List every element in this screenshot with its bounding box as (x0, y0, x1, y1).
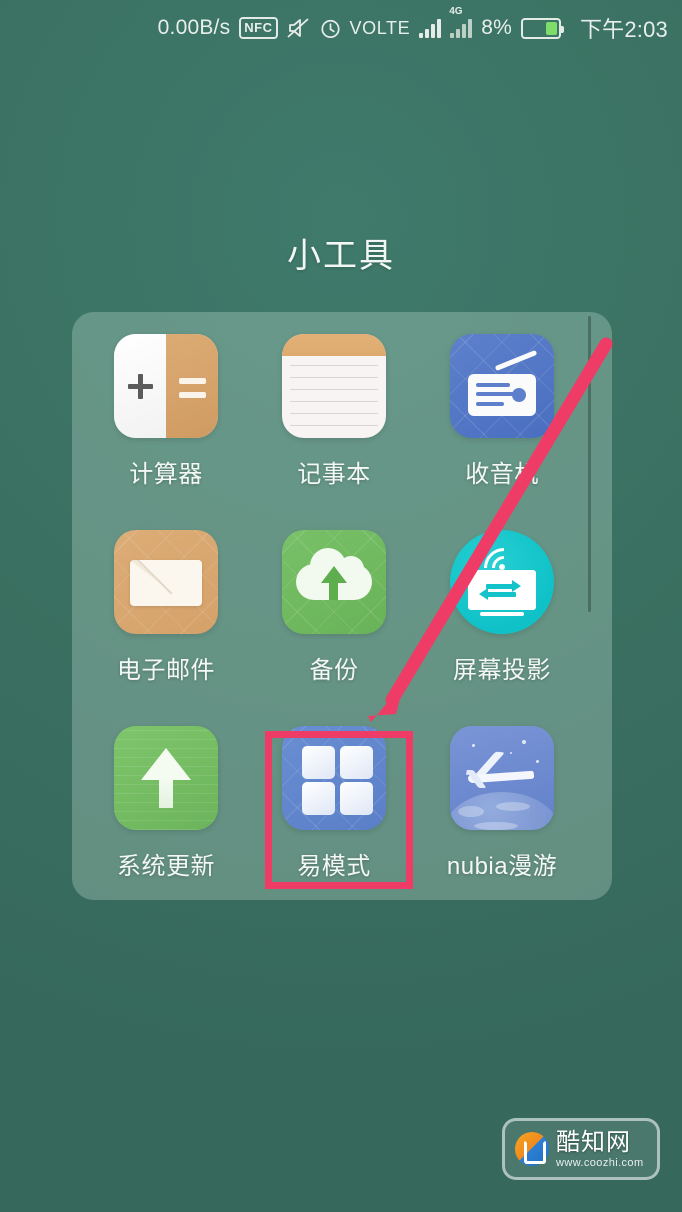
folder-panel: 计算器 记事本 收音机 电子邮件 备份 屏幕投影 系统更新 易模式 nubia漫… (72, 312, 612, 900)
watermark-url: www.coozhi.com (556, 1156, 644, 1169)
system-update-icon (114, 726, 218, 830)
data-network-label: 4G (449, 6, 463, 17)
app-label: 系统更新 (117, 853, 215, 880)
volte-indicator: VOLTE (350, 18, 411, 39)
network-speed-label: 0.00B/s (157, 16, 231, 39)
mute-icon (286, 17, 311, 39)
battery-fill (545, 21, 557, 35)
clock: 下午2:03 (570, 12, 668, 44)
app-item-calculator[interactable]: 计算器 (82, 334, 250, 530)
calculator-icon (114, 334, 218, 438)
app-grid: 计算器 记事本 收音机 电子邮件 备份 屏幕投影 系统更新 易模式 nubia漫… (72, 312, 612, 922)
battery-percent: 8% (481, 16, 512, 40)
watermark-text: 酷知网 www.coozhi.com (556, 1130, 644, 1169)
coozhi-logo-icon (515, 1132, 549, 1166)
app-label: nubia漫游 (446, 853, 558, 880)
app-label: 记事本 (297, 461, 371, 488)
app-item-radio[interactable]: 收音机 (418, 334, 586, 530)
nubia-roaming-icon (450, 726, 554, 830)
clock-label: 下午2:03 (579, 17, 668, 42)
screen-cast-icon (450, 530, 554, 634)
page-title: 小工具 (287, 237, 395, 275)
email-icon (114, 530, 218, 634)
signal-bars-icon (419, 18, 442, 38)
data-signal-bars-glyph (450, 18, 473, 38)
app-item-nubia-roaming[interactable]: nubia漫游 (418, 726, 586, 922)
nfc-label: NFC (239, 17, 278, 39)
app-item-easy-mode[interactable]: 易模式 (250, 726, 418, 922)
app-item-notepad[interactable]: 记事本 (250, 334, 418, 530)
battery-icon (520, 17, 564, 39)
cloud-backup-icon (282, 530, 386, 634)
network-speed: 0.00B/s (158, 16, 231, 40)
battery-percent-label: 8% (481, 16, 512, 39)
app-item-email[interactable]: 电子邮件 (82, 530, 250, 726)
app-label: 电子邮件 (117, 657, 215, 684)
mute-icon-glyph (286, 18, 309, 38)
volte-label: VOLTE (349, 17, 411, 38)
app-label: 计算器 (129, 461, 203, 488)
notepad-icon (282, 334, 386, 438)
app-label: 收音机 (465, 461, 539, 488)
app-label: 屏幕投影 (453, 657, 551, 684)
watermark: 酷知网 www.coozhi.com (502, 1118, 660, 1180)
watermark-site-name: 酷知网 (556, 1127, 631, 1156)
alarm-icon-glyph (320, 19, 340, 38)
battery-icon-glyph (520, 17, 564, 39)
data-network-icon: 4G (449, 6, 473, 38)
easy-mode-icon (282, 726, 386, 830)
radio-icon (450, 334, 554, 438)
app-label: 备份 (309, 657, 359, 684)
app-label: 易模式 (297, 853, 371, 880)
alarm-icon (320, 18, 341, 39)
app-item-backup[interactable]: 备份 (250, 530, 418, 726)
app-item-system-update[interactable]: 系统更新 (82, 726, 250, 922)
app-item-screen-projection[interactable]: 屏幕投影 (418, 530, 586, 726)
signal-bars-glyph (419, 18, 442, 38)
status-bar: 0.00B/s NFC VOLTE 4G 8% 下午2:03 (0, 0, 682, 56)
nfc-icon: NFC (239, 17, 278, 39)
